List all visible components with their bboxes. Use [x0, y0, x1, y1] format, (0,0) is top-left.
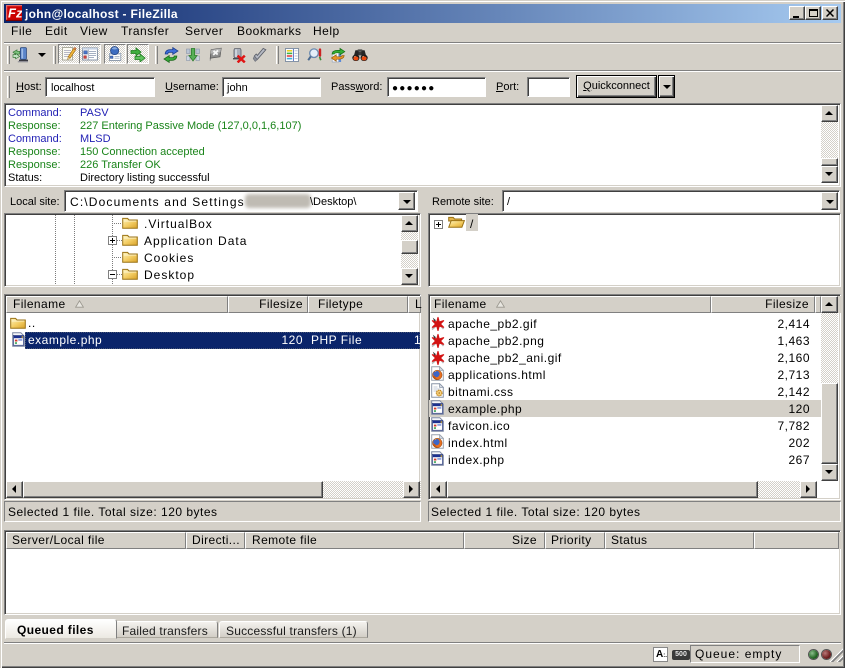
svg-text:Fz: Fz [8, 6, 22, 21]
